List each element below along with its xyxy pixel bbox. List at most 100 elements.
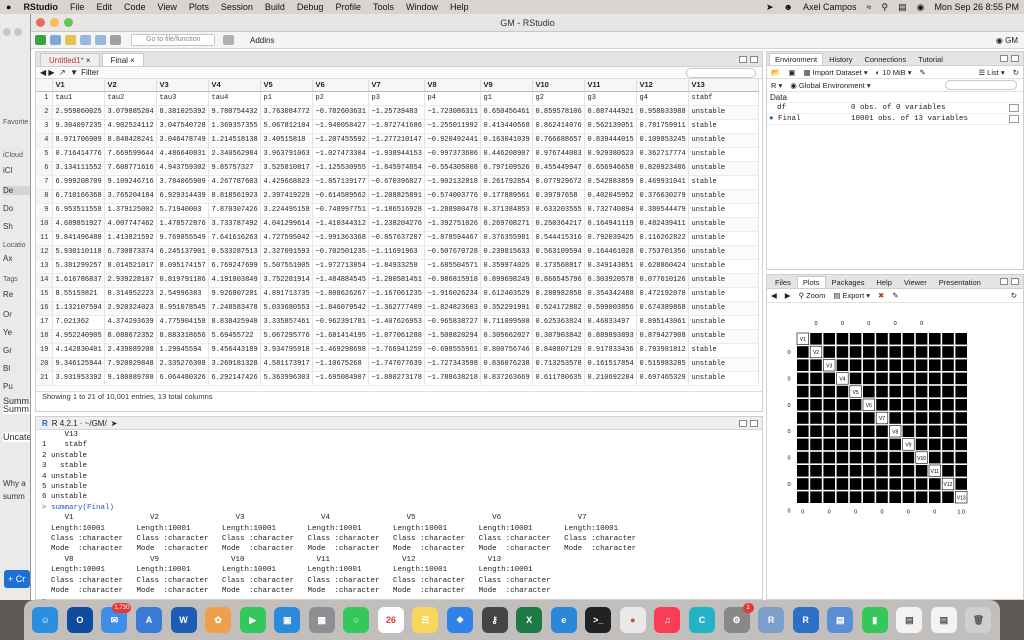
wifi-icon[interactable]: ≈ xyxy=(862,2,877,12)
messages-icon[interactable]: ○ xyxy=(343,607,370,633)
column-header[interactable]: V12 xyxy=(636,79,689,92)
user-icon[interactable]: ☻ xyxy=(779,2,798,12)
app-store-icon[interactable]: A xyxy=(135,607,162,633)
finder-icon[interactable]: ☺ xyxy=(32,607,59,633)
column-header[interactable]: V5 xyxy=(260,79,313,92)
list-view-select[interactable]: ☰ List ▾ xyxy=(978,68,1004,77)
popout-icon[interactable]: ↗ xyxy=(59,68,66,77)
forward-icon[interactable]: ▶ xyxy=(48,68,54,77)
filter-icon[interactable]: ▼ xyxy=(70,68,78,77)
calendar-icon[interactable]: 26 xyxy=(377,607,404,633)
expand-icon[interactable]: ● xyxy=(769,115,774,123)
new-project-icon[interactable] xyxy=(50,35,61,45)
menu-code[interactable]: Code xyxy=(118,2,152,12)
tab-plots[interactable]: Plots xyxy=(796,276,826,288)
tab-tutorial[interactable]: Tutorial xyxy=(912,53,949,65)
facetime-icon[interactable]: ▶ xyxy=(239,607,266,633)
menu-help[interactable]: Help xyxy=(444,2,475,12)
scope-select[interactable]: ◉ Global Environment ▾ xyxy=(790,81,870,90)
menu-plots[interactable]: Plots xyxy=(183,2,215,12)
menu-app-name[interactable]: RStudio xyxy=(17,2,64,12)
minimize-pane-icon[interactable] xyxy=(739,419,747,427)
word-icon[interactable]: W xyxy=(170,607,197,633)
menu-view[interactable]: View xyxy=(151,2,182,12)
photos-icon[interactable]: ✿ xyxy=(205,607,232,633)
apple-icon[interactable]: ● xyxy=(0,2,17,12)
save-all-icon[interactable] xyxy=(95,35,106,45)
control-center-icon[interactable]: ▤ xyxy=(893,2,912,13)
rstudio-icon[interactable]: R xyxy=(758,607,785,633)
language-select[interactable]: R ▾ xyxy=(771,81,782,90)
next-plot-icon[interactable]: ▶ xyxy=(785,291,791,300)
column-header[interactable]: V13 xyxy=(688,79,759,92)
column-header[interactable]: V4 xyxy=(208,79,261,92)
safari-icon[interactable]: ❖ xyxy=(447,607,474,633)
minimize-pane-icon[interactable] xyxy=(1000,278,1008,285)
environment-search-input[interactable] xyxy=(945,80,1017,90)
music-icon[interactable]: ♫ xyxy=(654,607,681,633)
open-file-icon[interactable] xyxy=(65,35,76,45)
canva-icon[interactable]: C xyxy=(688,607,715,633)
tab-files[interactable]: Files xyxy=(769,276,797,288)
save-icon[interactable] xyxy=(80,35,91,45)
refresh-icon[interactable]: ↻ xyxy=(1013,68,1019,77)
menu-profile[interactable]: Profile xyxy=(329,2,367,12)
zoom-button[interactable]: ⚲ Zoom xyxy=(799,291,826,300)
project-menu[interactable]: ◉ GM xyxy=(996,36,1018,45)
tab-presentation[interactable]: Presentation xyxy=(933,276,987,288)
r-app-icon[interactable]: R xyxy=(792,607,819,633)
data-search-input[interactable] xyxy=(686,67,756,78)
menu-edit[interactable]: Edit xyxy=(90,2,118,12)
filter-button[interactable]: Filter xyxy=(81,68,99,77)
broom-icon[interactable]: ✎ xyxy=(919,68,925,77)
menu-debug[interactable]: Debug xyxy=(291,2,330,12)
mail-icon[interactable]: ✉ 1,730 xyxy=(101,603,132,633)
window-close-icon[interactable] xyxy=(3,28,11,36)
close-icon[interactable]: × xyxy=(130,56,135,65)
chrome-icon[interactable]: ● xyxy=(619,607,646,633)
export-button[interactable]: ▤ Export ▾ xyxy=(833,291,870,300)
column-header[interactable]: V10 xyxy=(532,79,585,92)
menubar-user[interactable]: Axel Campos xyxy=(798,2,862,12)
edge-icon[interactable]: e xyxy=(550,607,577,633)
column-header[interactable]: V6 xyxy=(312,79,369,92)
env-row-final[interactable]: ● Final 10001 obs. of 13 variables xyxy=(767,114,1023,125)
zoom-icon[interactable]: ▣ xyxy=(274,607,301,633)
excel-icon[interactable]: X xyxy=(516,607,543,633)
notes-icon[interactable]: ☰ xyxy=(412,607,439,633)
table-view-icon[interactable] xyxy=(1009,104,1019,112)
import-dataset-button[interactable]: ▦ Import Dataset ▾ xyxy=(803,68,867,77)
tab-history[interactable]: History xyxy=(823,53,858,65)
siri-icon[interactable]: ◉ xyxy=(912,2,930,13)
keychain-icon[interactable]: ⚷ xyxy=(481,607,508,633)
preview-icon[interactable]: ▤ xyxy=(827,607,854,633)
document-thumbnail-icon[interactable]: ▤ xyxy=(896,607,923,633)
column-header[interactable]: V9 xyxy=(480,79,533,92)
layout-icon[interactable] xyxy=(223,35,234,45)
tab-viewer[interactable]: Viewer xyxy=(898,276,933,288)
tab-packages[interactable]: Packages xyxy=(826,276,871,288)
minimize-pane-icon[interactable] xyxy=(739,55,747,63)
refresh-icon[interactable]: ↻ xyxy=(1011,291,1017,300)
console-pane[interactable]: R R 4.2.1 · ~/GM/ ➤ V13 1 stabf 2 unstable… xyxy=(35,416,763,600)
search-icon[interactable]: ⚲ xyxy=(876,2,893,13)
previous-plot-icon[interactable]: ◀ xyxy=(771,291,777,300)
menubar-clock[interactable]: Mon Sep 26 8:55 PM xyxy=(929,2,1024,12)
maximize-pane-icon[interactable] xyxy=(1011,278,1019,285)
column-header[interactable]: V1 xyxy=(52,79,105,92)
clear-plots-icon[interactable]: ✎ xyxy=(892,291,898,300)
column-header[interactable]: V8 xyxy=(424,79,481,92)
back-icon[interactable]: ◀ xyxy=(40,68,46,77)
goto-file-input[interactable]: Go to file/function xyxy=(131,34,215,46)
table-view-icon[interactable] xyxy=(1009,115,1019,123)
maximize-pane-icon[interactable] xyxy=(750,419,758,427)
launchpad-icon[interactable]: ▦ xyxy=(308,607,335,633)
tab-connections[interactable]: Connections xyxy=(858,53,912,65)
numbers-icon[interactable]: ▮ xyxy=(861,607,888,633)
maximize-pane-icon[interactable] xyxy=(1011,55,1019,62)
env-row-df[interactable]: df 0 obs. of 0 variables xyxy=(767,103,1023,114)
document-thumbnail-icon[interactable]: ▤ xyxy=(930,607,957,633)
tab-environment[interactable]: Environment xyxy=(769,53,824,65)
terminal-icon[interactable]: >_ xyxy=(585,607,612,633)
menu-session[interactable]: Session xyxy=(215,2,259,12)
